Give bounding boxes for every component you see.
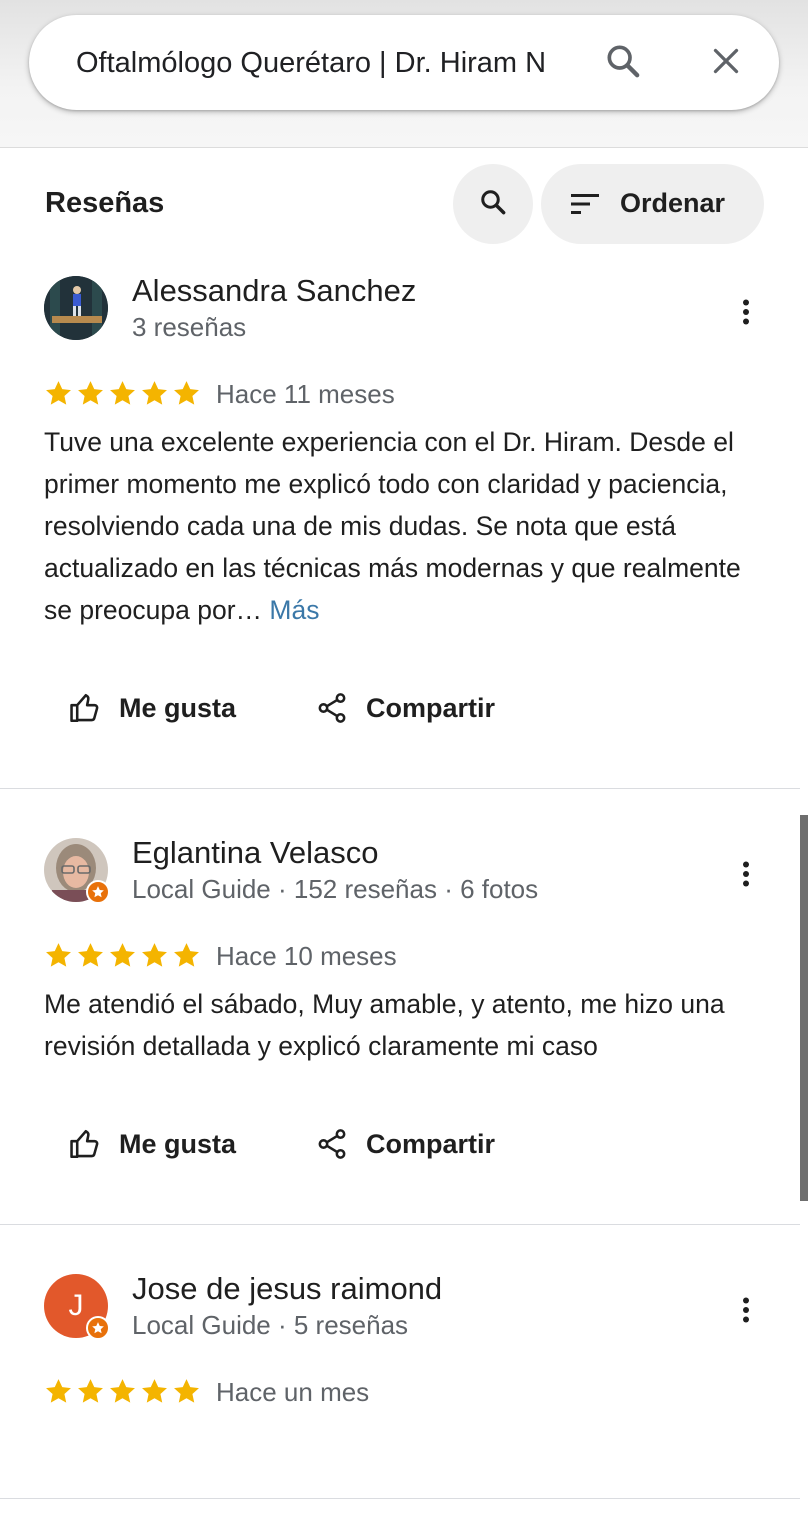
star-icon: [174, 1379, 199, 1403]
review-text: Me atendió el sábado, Muy amable, y aten…: [44, 989, 725, 1061]
share-icon: [318, 1129, 346, 1159]
divider: [0, 1224, 800, 1225]
search-icon[interactable]: [599, 37, 647, 85]
share-label: Compartir: [366, 692, 496, 723]
star-icon: [110, 1379, 135, 1403]
avatar-photo: [44, 276, 108, 340]
avatar[interactable]: [44, 838, 110, 904]
star-icon: [92, 1322, 104, 1334]
star-rating: [44, 379, 201, 408]
sort-label: Ordenar: [620, 188, 726, 218]
star-icon: [46, 1379, 71, 1403]
search-icon: [478, 187, 508, 222]
star-icon: [174, 381, 199, 405]
star-icon: [78, 1379, 103, 1403]
review-time: Hace un mes: [216, 1377, 370, 1407]
local-guide-badge: [86, 1316, 110, 1340]
reviews-header: Reseñas Ordenar: [0, 160, 800, 250]
author-meta[interactable]: Local Guide · 5 reseñas: [132, 1310, 408, 1341]
more-options-icon[interactable]: [726, 1286, 766, 1334]
star-icon: [46, 943, 71, 967]
star-icon: [142, 943, 167, 967]
star-icon: [46, 381, 71, 405]
top-bar: Oftalmólogo Querétaro | Dr. Hiram N: [0, 0, 808, 148]
star-rating: [44, 1377, 201, 1406]
close-icon[interactable]: [702, 37, 750, 85]
like-button[interactable]: Me gusta: [68, 678, 236, 738]
section-title: Reseñas: [45, 187, 165, 219]
star-rating: [44, 941, 201, 970]
search-query[interactable]: Oftalmólogo Querétaro | Dr. Hiram N: [76, 43, 568, 83]
share-button[interactable]: Compartir: [315, 678, 495, 738]
review-time: Hace 11 meses: [216, 379, 395, 409]
avatar[interactable]: J: [44, 1274, 110, 1340]
review-text: Tuve una excelente experiencia con el Dr…: [44, 421, 764, 631]
star-icon: [78, 943, 103, 967]
like-label: Me gusta: [119, 1128, 237, 1159]
review-time: Hace 10 meses: [216, 941, 397, 971]
more-options-icon[interactable]: [726, 850, 766, 898]
scrollbar-thumb[interactable]: [800, 815, 808, 1201]
author-name[interactable]: Jose de jesus raimond: [132, 1271, 442, 1307]
thumb-up-icon: [70, 693, 99, 723]
star-icon: [110, 381, 135, 405]
author-meta[interactable]: Local Guide · 152 reseñas · 6 fotos: [132, 874, 538, 905]
author-name[interactable]: Alessandra Sanchez: [132, 273, 416, 309]
share-icon: [318, 693, 346, 723]
share-label: Compartir: [366, 1128, 496, 1159]
star-icon: [174, 943, 199, 967]
search-reviews-button[interactable]: [453, 164, 533, 244]
divider: [0, 1498, 800, 1499]
sort-icon: [570, 191, 600, 222]
author-meta[interactable]: 3 reseñas: [132, 312, 246, 343]
thumb-up-icon: [70, 1129, 99, 1159]
review-actions: Me gusta Compartir: [0, 678, 800, 738]
review-text-body: Tuve una excelente experiencia con el Dr…: [44, 427, 741, 625]
local-guide-badge: [86, 880, 110, 904]
star-icon: [142, 1379, 167, 1403]
star-icon: [142, 381, 167, 405]
divider: [0, 788, 800, 789]
share-button[interactable]: Compartir: [315, 1114, 495, 1174]
sort-button[interactable]: Ordenar: [541, 164, 764, 244]
more-link[interactable]: Más: [269, 595, 319, 625]
avatar[interactable]: [44, 276, 108, 340]
star-icon: [78, 381, 103, 405]
search-box[interactable]: Oftalmólogo Querétaro | Dr. Hiram N: [29, 15, 779, 110]
more-options-icon[interactable]: [726, 288, 766, 336]
like-label: Me gusta: [119, 692, 237, 723]
star-icon: [110, 943, 135, 967]
like-button[interactable]: Me gusta: [68, 1114, 236, 1174]
star-icon: [92, 886, 104, 898]
review-actions: Me gusta Compartir: [0, 1114, 800, 1174]
author-name[interactable]: Eglantina Velasco: [132, 835, 378, 871]
